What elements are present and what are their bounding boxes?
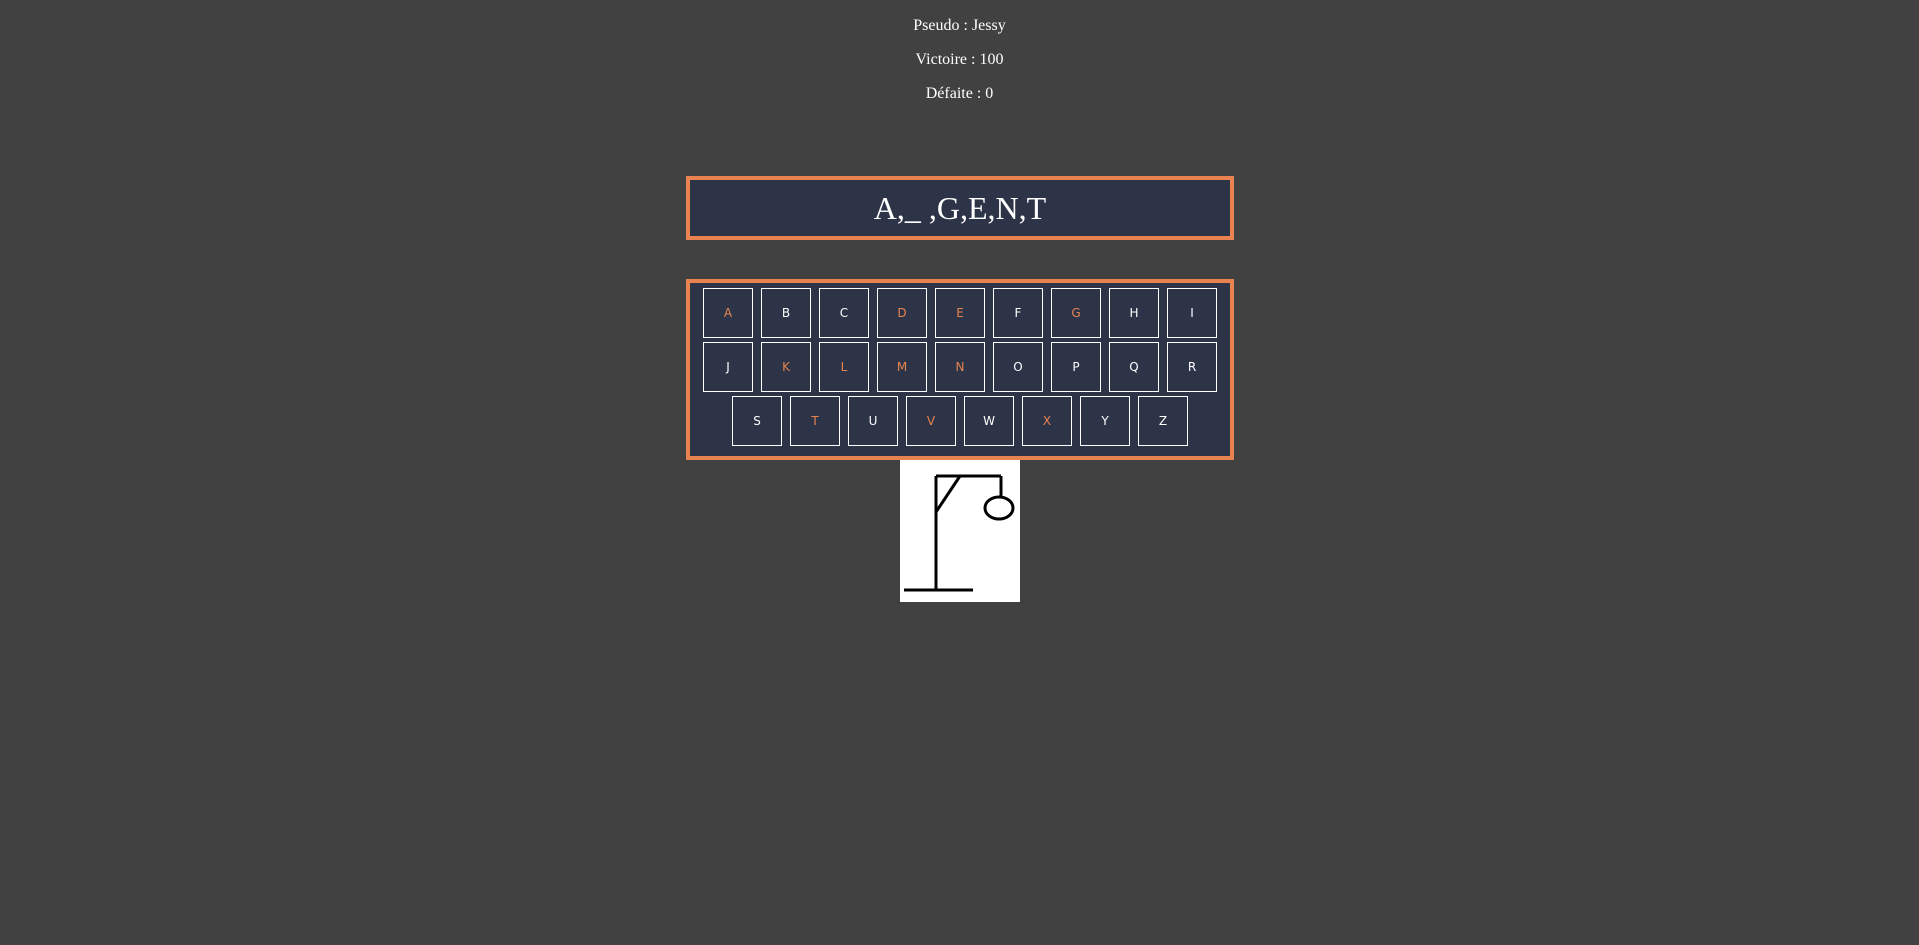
letter-key-e[interactable]: E bbox=[935, 288, 985, 338]
victory-count: Victoire : 100 bbox=[915, 51, 1004, 68]
letter-key-m[interactable]: M bbox=[877, 342, 927, 392]
letter-key-d[interactable]: D bbox=[877, 288, 927, 338]
letter-key-l[interactable]: L bbox=[819, 342, 869, 392]
letter-key-a[interactable]: A bbox=[703, 288, 753, 338]
letter-key-v[interactable]: V bbox=[906, 396, 956, 446]
player-pseudo: Pseudo : Jessy bbox=[913, 17, 1006, 34]
letter-key-c[interactable]: C bbox=[819, 288, 869, 338]
hangman-head bbox=[983, 495, 1015, 521]
letter-key-s[interactable]: S bbox=[732, 396, 782, 446]
letter-key-g[interactable]: G bbox=[1051, 288, 1101, 338]
letter-key-i[interactable]: I bbox=[1167, 288, 1217, 338]
hidden-word: A,_ ,G,E,N,T bbox=[873, 189, 1047, 226]
letter-key-h[interactable]: H bbox=[1109, 288, 1159, 338]
defeat-count: Défaite : 0 bbox=[925, 85, 994, 102]
letter-key-q[interactable]: Q bbox=[1109, 342, 1159, 392]
gallows-brace bbox=[934, 475, 962, 513]
letter-key-u[interactable]: U bbox=[848, 396, 898, 446]
letter-key-t[interactable]: T bbox=[790, 396, 840, 446]
keyboard-row-3: STUVWXYZ bbox=[690, 396, 1230, 446]
letter-key-z[interactable]: Z bbox=[1138, 396, 1188, 446]
hangman-drawing bbox=[900, 460, 1020, 602]
letter-key-b[interactable]: B bbox=[761, 288, 811, 338]
letter-key-y[interactable]: Y bbox=[1080, 396, 1130, 446]
letter-key-x[interactable]: X bbox=[1022, 396, 1072, 446]
letter-keyboard: ABCDEFGHI JKLMNOPQR STUVWXYZ bbox=[686, 279, 1234, 460]
keyboard-row-1: ABCDEFGHI bbox=[690, 288, 1230, 338]
keyboard-row-2: JKLMNOPQR bbox=[690, 342, 1230, 392]
letter-key-w[interactable]: W bbox=[964, 396, 1014, 446]
letter-key-o[interactable]: O bbox=[993, 342, 1043, 392]
letter-key-j[interactable]: J bbox=[703, 342, 753, 392]
hidden-word-panel: A,_ ,G,E,N,T bbox=[686, 176, 1234, 240]
letter-key-p[interactable]: P bbox=[1051, 342, 1101, 392]
gallows-with-head-icon bbox=[904, 474, 1015, 592]
letter-key-n[interactable]: N bbox=[935, 342, 985, 392]
letter-key-k[interactable]: K bbox=[761, 342, 811, 392]
letter-key-r[interactable]: R bbox=[1167, 342, 1217, 392]
letter-key-f[interactable]: F bbox=[993, 288, 1043, 338]
